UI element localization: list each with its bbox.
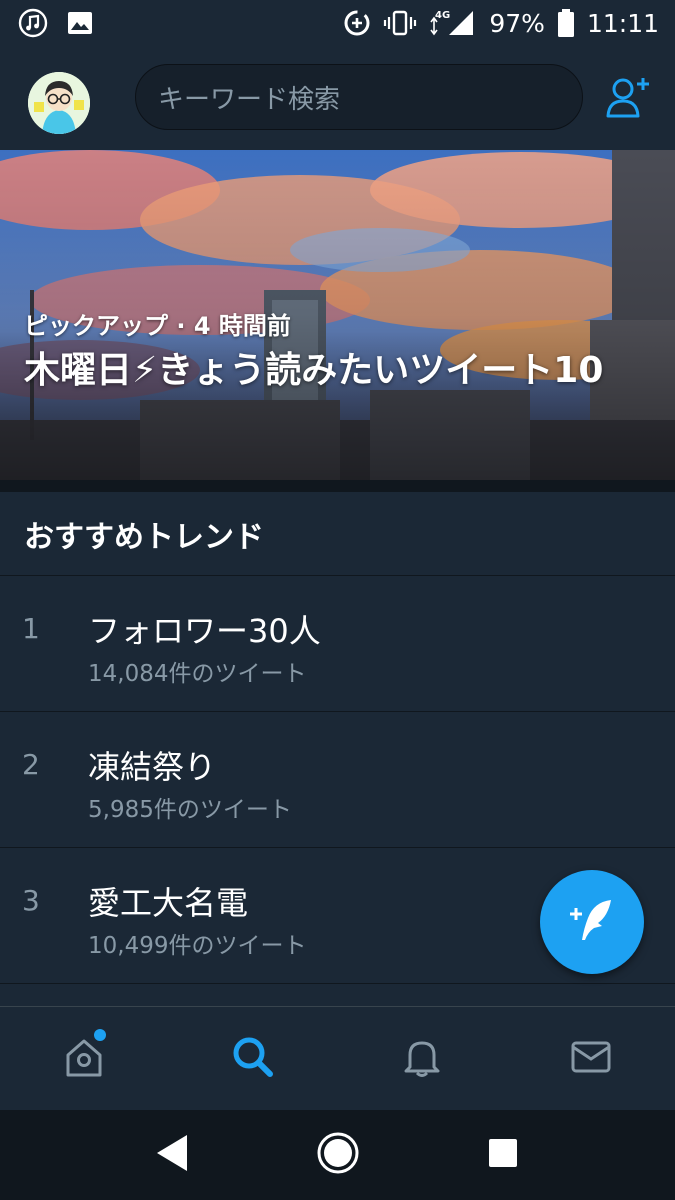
system-nav-bar xyxy=(0,1110,675,1200)
trend-item-1[interactable]: 1 フォロワー30人 14,084件のツイート xyxy=(0,576,675,712)
add-user-icon xyxy=(605,74,653,124)
tab-notifications[interactable] xyxy=(338,1007,507,1110)
recents-icon xyxy=(487,1137,519,1173)
data-saver-icon xyxy=(343,9,371,37)
home-button[interactable] xyxy=(308,1125,368,1185)
trend-count: 10,499件のツイート xyxy=(88,933,307,959)
trend-item-2[interactable]: 2 凍結祭り 5,985件のツイート xyxy=(0,712,675,848)
trends-header: おすすめトレンド xyxy=(0,492,675,576)
home-circle-icon xyxy=(316,1131,360,1179)
search-placeholder: キーワード検索 xyxy=(158,84,341,115)
trend-name: 凍結祭り xyxy=(88,748,217,786)
compose-tweet-icon xyxy=(564,892,620,952)
status-bar: 4G 97% 11:11 xyxy=(0,0,675,46)
app-header: キーワード検索 xyxy=(0,46,675,150)
mail-icon xyxy=(569,1037,613,1081)
notification-dot xyxy=(94,1029,106,1041)
tab-home[interactable] xyxy=(0,1007,169,1110)
tab-messages[interactable] xyxy=(506,1007,675,1110)
vibrate-icon xyxy=(383,9,417,37)
trend-rank: 3 xyxy=(22,884,40,917)
home-icon xyxy=(62,1035,106,1083)
add-user-button[interactable] xyxy=(604,74,654,124)
search-icon xyxy=(230,1034,276,1084)
recents-button[interactable] xyxy=(473,1125,533,1185)
pickup-title: 木曜日⚡きょう読みたいツイート10 xyxy=(24,350,604,391)
divider xyxy=(0,480,675,492)
back-button[interactable] xyxy=(143,1125,203,1185)
clock: 11:11 xyxy=(586,8,659,38)
bottom-tab-bar xyxy=(0,1006,675,1110)
trend-name: 愛工大名電 xyxy=(88,884,249,922)
network-type: 4G xyxy=(435,10,450,21)
trend-count: 14,084件のツイート xyxy=(88,661,307,687)
avatar[interactable] xyxy=(28,72,90,134)
trend-rank: 2 xyxy=(22,748,40,781)
signal-icon: 4G xyxy=(429,8,477,38)
pickup-card[interactable]: ピックアップ · 4 時間前 木曜日⚡きょう読みたいツイート10 xyxy=(0,150,675,480)
trend-rank: 1 xyxy=(22,612,40,645)
explore-screen: 4G 97% 11:11 キーワード検索 ピックアップ · 4 時間前 木曜日⚡… xyxy=(0,0,675,1200)
image-icon xyxy=(66,9,94,37)
pickup-meta: ピックアップ · 4 時間前 xyxy=(24,312,291,340)
battery-percent: 97% xyxy=(489,8,545,38)
tab-search[interactable] xyxy=(169,1007,338,1110)
compose-tweet-button[interactable] xyxy=(540,870,644,974)
battery-icon xyxy=(557,8,575,38)
trend-name: フォロワー30人 xyxy=(88,612,321,650)
bell-icon xyxy=(400,1035,444,1083)
search-input[interactable]: キーワード検索 xyxy=(135,64,583,130)
back-icon xyxy=(155,1133,191,1177)
trend-count: 5,985件のツイート xyxy=(88,797,292,823)
list-spacer xyxy=(0,984,675,1006)
music-icon xyxy=(18,8,48,38)
